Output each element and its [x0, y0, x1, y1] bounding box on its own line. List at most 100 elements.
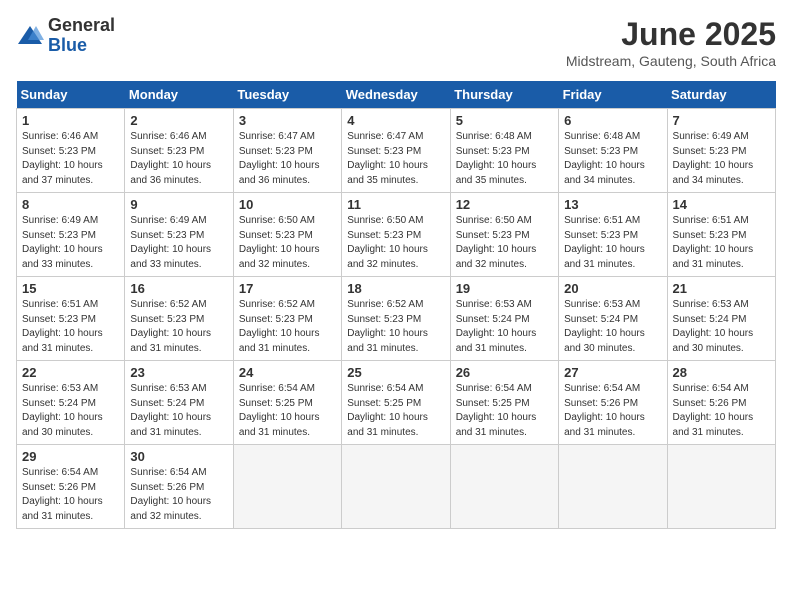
calendar-cell-2-4: 19 Sunrise: 6:53 AM Sunset: 5:24 PM Dayli…: [450, 277, 558, 361]
calendar-cell-4-3: [342, 445, 450, 529]
calendar-cell-3-4: 26 Sunrise: 6:54 AM Sunset: 5:25 PM Dayli…: [450, 361, 558, 445]
day-number: 20: [564, 281, 661, 296]
calendar-cell-4-1: 30 Sunrise: 6:54 AM Sunset: 5:26 PM Dayli…: [125, 445, 233, 529]
day-info: Sunrise: 6:48 AM Sunset: 5:23 PM Dayligh…: [564, 130, 661, 188]
day-info: Sunrise: 6:54 AM Sunset: 5:25 PM Dayligh…: [347, 382, 444, 440]
logo-general: General: [48, 16, 115, 36]
calendar-cell-1-2: 10Sunrise: 6:50 AM Sunset: 5:23 PM Dayli…: [233, 193, 341, 277]
calendar-cell-0-5: 6 Sunrise: 6:48 AM Sunset: 5:23 PM Daylig…: [559, 109, 667, 193]
calendar-cell-3-2: 24Sunrise: 6:54 AM Sunset: 5:25 PM Dayli…: [233, 361, 341, 445]
day-number: 26: [456, 365, 553, 380]
header-wednesday: Wednesday: [342, 81, 450, 109]
day-info: Sunrise: 6:50 AM Sunset: 5:23 PM Dayligh…: [347, 214, 444, 272]
week-row-5: 29 Sunrise: 6:54 AM Sunset: 5:26 PM Dayli…: [17, 445, 776, 529]
day-info: Sunrise: 6:51 AM Sunset: 5:23 PM Dayligh…: [673, 214, 770, 272]
day-info: Sunrise: 6:52 AM Sunset: 5:23 PM Dayligh…: [130, 298, 227, 356]
week-row-1: 1Sunrise: 6:46 AM Sunset: 5:23 PM Daylig…: [17, 109, 776, 193]
day-info: Sunrise: 6:48 AM Sunset: 5:23 PM Dayligh…: [456, 130, 553, 188]
calendar-cell-3-3: 25 Sunrise: 6:54 AM Sunset: 5:25 PM Dayli…: [342, 361, 450, 445]
day-number: 30: [130, 449, 227, 464]
calendar-cell-2-3: 18 Sunrise: 6:52 AM Sunset: 5:23 PM Dayli…: [342, 277, 450, 361]
day-info: Sunrise: 6:47 AM Sunset: 5:23 PM Dayligh…: [347, 130, 444, 188]
calendar-cell-1-4: 12Sunrise: 6:50 AM Sunset: 5:23 PM Dayli…: [450, 193, 558, 277]
calendar-cell-0-3: 4 Sunrise: 6:47 AM Sunset: 5:23 PM Daylig…: [342, 109, 450, 193]
day-info: Sunrise: 6:53 AM Sunset: 5:24 PM Dayligh…: [564, 298, 661, 356]
day-info: Sunrise: 6:50 AM Sunset: 5:23 PM Dayligh…: [239, 214, 336, 272]
calendar-cell-1-0: 8 Sunrise: 6:49 AM Sunset: 5:23 PM Daylig…: [17, 193, 125, 277]
header: General Blue June 2025 Midstream, Gauten…: [16, 16, 776, 69]
calendar-cell-0-4: 5 Sunrise: 6:48 AM Sunset: 5:23 PM Daylig…: [450, 109, 558, 193]
header-tuesday: Tuesday: [233, 81, 341, 109]
title-section: June 2025 Midstream, Gauteng, South Afri…: [566, 16, 776, 69]
calendar-cell-1-5: 13 Sunrise: 6:51 AM Sunset: 5:23 PM Dayli…: [559, 193, 667, 277]
calendar-cell-3-1: 23 Sunrise: 6:53 AM Sunset: 5:24 PM Dayli…: [125, 361, 233, 445]
logo: General Blue: [16, 16, 115, 56]
day-info: Sunrise: 6:54 AM Sunset: 5:26 PM Dayligh…: [130, 466, 227, 524]
logo-icon: [16, 22, 44, 50]
calendar-cell-2-5: 20 Sunrise: 6:53 AM Sunset: 5:24 PM Dayli…: [559, 277, 667, 361]
header-sunday: Sunday: [17, 81, 125, 109]
day-number: 11: [347, 197, 444, 212]
calendar-cell-1-3: 11 Sunrise: 6:50 AM Sunset: 5:23 PM Dayli…: [342, 193, 450, 277]
day-number: 5: [456, 113, 553, 128]
calendar-cell-0-0: 1Sunrise: 6:46 AM Sunset: 5:23 PM Daylig…: [17, 109, 125, 193]
header-friday: Friday: [559, 81, 667, 109]
calendar-cell-0-2: 3 Sunrise: 6:47 AM Sunset: 5:23 PM Daylig…: [233, 109, 341, 193]
day-info: Sunrise: 6:53 AM Sunset: 5:24 PM Dayligh…: [673, 298, 770, 356]
day-info: Sunrise: 6:53 AM Sunset: 5:24 PM Dayligh…: [456, 298, 553, 356]
day-number: 16: [130, 281, 227, 296]
day-number: 25: [347, 365, 444, 380]
header-thursday: Thursday: [450, 81, 558, 109]
day-info: Sunrise: 6:54 AM Sunset: 5:26 PM Dayligh…: [673, 382, 770, 440]
day-info: Sunrise: 6:54 AM Sunset: 5:26 PM Dayligh…: [22, 466, 119, 524]
week-row-4: 22 Sunrise: 6:53 AM Sunset: 5:24 PM Dayli…: [17, 361, 776, 445]
day-number: 19: [456, 281, 553, 296]
day-info: Sunrise: 6:47 AM Sunset: 5:23 PM Dayligh…: [239, 130, 336, 188]
day-info: Sunrise: 6:49 AM Sunset: 5:23 PM Dayligh…: [673, 130, 770, 188]
day-number: 4: [347, 113, 444, 128]
day-info: Sunrise: 6:53 AM Sunset: 5:24 PM Dayligh…: [130, 382, 227, 440]
calendar-cell-1-6: 14 Sunrise: 6:51 AM Sunset: 5:23 PM Dayli…: [667, 193, 775, 277]
day-number: 13: [564, 197, 661, 212]
days-header-row: Sunday Monday Tuesday Wednesday Thursday…: [17, 81, 776, 109]
day-number: 8: [22, 197, 119, 212]
calendar-cell-0-1: 2Sunrise: 6:46 AM Sunset: 5:23 PM Daylig…: [125, 109, 233, 193]
calendar-cell-3-6: 28 Sunrise: 6:54 AM Sunset: 5:26 PM Dayli…: [667, 361, 775, 445]
day-number: 14: [673, 197, 770, 212]
day-number: 2: [130, 113, 227, 128]
calendar-cell-4-5: [559, 445, 667, 529]
calendar-table: Sunday Monday Tuesday Wednesday Thursday…: [16, 81, 776, 529]
calendar-cell-3-0: 22 Sunrise: 6:53 AM Sunset: 5:24 PM Dayli…: [17, 361, 125, 445]
header-saturday: Saturday: [667, 81, 775, 109]
calendar-cell-4-0: 29 Sunrise: 6:54 AM Sunset: 5:26 PM Dayli…: [17, 445, 125, 529]
day-info: Sunrise: 6:51 AM Sunset: 5:23 PM Dayligh…: [564, 214, 661, 272]
calendar-cell-4-6: [667, 445, 775, 529]
calendar-subtitle: Midstream, Gauteng, South Africa: [566, 53, 776, 69]
day-info: Sunrise: 6:54 AM Sunset: 5:25 PM Dayligh…: [456, 382, 553, 440]
week-row-3: 15Sunrise: 6:51 AM Sunset: 5:23 PM Dayli…: [17, 277, 776, 361]
day-info: Sunrise: 6:52 AM Sunset: 5:23 PM Dayligh…: [347, 298, 444, 356]
day-number: 6: [564, 113, 661, 128]
day-info: Sunrise: 6:49 AM Sunset: 5:23 PM Dayligh…: [130, 214, 227, 272]
day-number: 3: [239, 113, 336, 128]
day-info: Sunrise: 6:53 AM Sunset: 5:24 PM Dayligh…: [22, 382, 119, 440]
calendar-cell-3-5: 27Sunrise: 6:54 AM Sunset: 5:26 PM Dayli…: [559, 361, 667, 445]
calendar-cell-2-1: 16 Sunrise: 6:52 AM Sunset: 5:23 PM Dayli…: [125, 277, 233, 361]
day-number: 12: [456, 197, 553, 212]
week-row-2: 8 Sunrise: 6:49 AM Sunset: 5:23 PM Daylig…: [17, 193, 776, 277]
day-info: Sunrise: 6:49 AM Sunset: 5:23 PM Dayligh…: [22, 214, 119, 272]
calendar-cell-2-0: 15Sunrise: 6:51 AM Sunset: 5:23 PM Dayli…: [17, 277, 125, 361]
day-number: 28: [673, 365, 770, 380]
calendar-cell-0-6: 7Sunrise: 6:49 AM Sunset: 5:23 PM Daylig…: [667, 109, 775, 193]
calendar-cell-4-4: [450, 445, 558, 529]
day-number: 18: [347, 281, 444, 296]
day-number: 23: [130, 365, 227, 380]
calendar-cell-2-2: 17Sunrise: 6:52 AM Sunset: 5:23 PM Dayli…: [233, 277, 341, 361]
day-number: 29: [22, 449, 119, 464]
day-info: Sunrise: 6:46 AM Sunset: 5:23 PM Dayligh…: [22, 130, 119, 188]
logo-blue: Blue: [48, 36, 115, 56]
day-number: 15: [22, 281, 119, 296]
day-number: 21: [673, 281, 770, 296]
day-number: 22: [22, 365, 119, 380]
day-number: 9: [130, 197, 227, 212]
